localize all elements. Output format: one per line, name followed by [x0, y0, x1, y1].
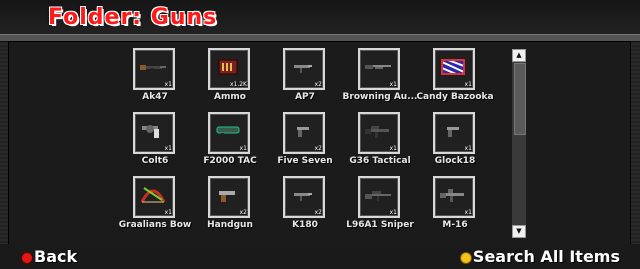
item-slot[interactable]: x2 [283, 112, 325, 154]
item-quantity: x1 [464, 209, 472, 216]
red-dot-icon [22, 252, 32, 263]
item-cell[interactable]: x1 Glock18 [410, 112, 500, 174]
item-quantity: x1 [464, 81, 472, 88]
item-cell[interactable]: x1 M-16 [410, 176, 500, 238]
item-slot[interactable]: x2 [208, 176, 250, 218]
item-quantity: x2 [239, 209, 247, 216]
item-panel: x1 Ak47 x1.2K Ammo x2 AP7 x1 Browning Au... x1 Ca… [8, 41, 631, 246]
search-all-items-button[interactable]: Search All Items [460, 247, 620, 269]
scroll-down-button[interactable]: ▼ [512, 225, 526, 238]
item-quantity: x2 [314, 209, 322, 216]
item-slot[interactable]: x1 [358, 48, 400, 90]
folder-title: Folder: Guns [48, 5, 218, 30]
item-quantity: x1 [164, 145, 172, 152]
scroll-up-button[interactable]: ▲ [512, 49, 526, 62]
item-slot[interactable]: x1 [133, 112, 175, 154]
item-slot[interactable]: x2 [283, 176, 325, 218]
search-all-items-label: Search All Items [472, 247, 620, 266]
item-quantity: x1 [389, 145, 397, 152]
item-slot[interactable]: x1 [133, 176, 175, 218]
item-slot[interactable]: x1 [358, 176, 400, 218]
item-quantity: x1 [464, 145, 472, 152]
footer-bar: Back Search All Items [0, 244, 640, 269]
back-label: Back [34, 247, 78, 266]
inventory-window: Folder: Guns x1 Ak47 x1.2K Ammo x2 AP7 x1 Brown… [0, 0, 640, 269]
item-quantity: x1 [389, 209, 397, 216]
item-slot[interactable]: x1 [208, 112, 250, 154]
item-quantity: x2 [314, 81, 322, 88]
item-slot[interactable]: x1 [433, 48, 475, 90]
item-quantity: x1 [164, 81, 172, 88]
item-cell[interactable]: x1 Candy Bazooka [410, 48, 500, 110]
title-bar: Folder: Guns [0, 0, 640, 42]
item-slot[interactable]: x1.2K [208, 48, 250, 90]
item-slot[interactable]: x1 [433, 112, 475, 154]
item-quantity: x2 [314, 145, 322, 152]
yellow-dot-icon [460, 252, 471, 263]
item-quantity: x1.2K [229, 81, 247, 88]
item-name: M-16 [442, 220, 468, 230]
item-slot[interactable]: x1 [358, 112, 400, 154]
item-slot[interactable]: x1 [433, 176, 475, 218]
scroll-thumb[interactable] [514, 63, 526, 135]
item-quantity: x1 [389, 81, 397, 88]
item-name: Candy Bazooka [416, 92, 494, 102]
back-button[interactable]: Back [22, 247, 77, 269]
item-name: Glock18 [434, 156, 476, 166]
item-grid: x1 Ak47 x1.2K Ammo x2 AP7 x1 Browning Au... x1 Ca… [9, 42, 499, 245]
scrollbar[interactable]: ▲ ▼ [512, 49, 526, 238]
item-slot[interactable]: x2 [283, 48, 325, 90]
item-quantity: x1 [239, 145, 247, 152]
item-slot[interactable]: x1 [133, 48, 175, 90]
item-quantity: x1 [164, 209, 172, 216]
